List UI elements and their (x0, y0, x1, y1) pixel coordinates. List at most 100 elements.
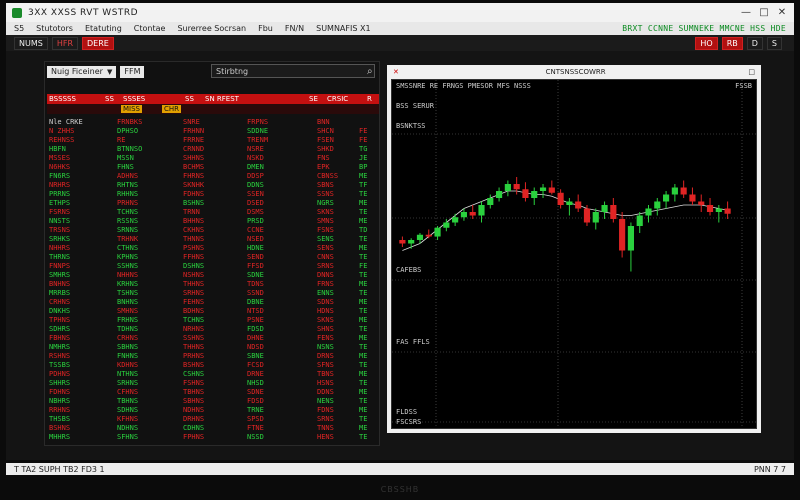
col-header-3[interactable]: SS (183, 95, 203, 103)
col-header-6[interactable]: CRSIC (325, 95, 365, 103)
table-row[interactable]: TRSNS SRNNS CKHNS CCNE FSNS TD (47, 225, 379, 234)
table-cell: TBNS (317, 369, 334, 378)
table-row[interactable]: FNNPS SSHNS DSHNS FFSD SRNS FE (47, 261, 379, 270)
table-cell: TCHNS (183, 315, 205, 324)
table-cell: ME (359, 423, 368, 432)
table-cell: SDNS (317, 297, 334, 306)
table-cell: DDNS (317, 387, 334, 396)
toolbar-right-button-0[interactable]: HO (695, 36, 718, 50)
candle-body-9 (478, 205, 485, 216)
table-cell: SDNE (247, 387, 264, 396)
menu-item-2[interactable]: Etatuting (85, 24, 122, 33)
table-row[interactable]: NMHRS SBHNS THHNS NDSD NSNS TE (47, 342, 379, 351)
candle-body-10 (487, 198, 494, 205)
table-row[interactable]: FSRNS TCHNS TRNN DSMS SKNS TE (47, 207, 379, 216)
table-row[interactable]: SDHRS TDHNS NRHNS FDSD SHNS TE (47, 324, 379, 333)
table-cell: FSEN (317, 135, 334, 144)
table-row[interactable]: RRHNS SDHNS NDHNS TRNE FDNS ME (47, 405, 379, 414)
table-row[interactable]: TSSBS KDHNS BSHNS FCSD SFNS TE (47, 360, 379, 369)
menu-item-7[interactable]: SUMNAFIS X1 (316, 24, 370, 33)
close-icon[interactable]: ✕ (393, 68, 399, 76)
table-cell: FHRNS (183, 171, 205, 180)
table-row[interactable]: MHHRS SFHNS FPHNS NSSD HENS TE (47, 432, 379, 441)
table-row[interactable]: N ZHHS DPHSO FRHNN SDDNE SHCN FE (47, 126, 379, 135)
table-row[interactable]: THRNS KPHNS FFHNS SEND CNNS TE (47, 252, 379, 261)
menu-item-6[interactable]: FN/N (285, 24, 304, 33)
table-row[interactable]: BSHNS NDHNS CDHNS FTNE TNNS ME (47, 423, 379, 432)
menu-item-4[interactable]: Surerree Socrsan (177, 24, 246, 33)
table-row[interactable]: PRRNS RHHNS FDHNS SSEN SSNS TE (47, 189, 379, 198)
table-cell: REHNSS (49, 135, 75, 144)
col-header-2[interactable]: SSSES (121, 95, 183, 103)
table-cell: DNKHS (49, 306, 71, 315)
table-cell: SMHRS (49, 270, 71, 279)
table-cell: FDSD (247, 324, 264, 333)
table-cell: N6HKS (49, 162, 71, 171)
expand-icon[interactable]: □ (748, 68, 755, 76)
close-icon[interactable]: ✕ (776, 7, 788, 18)
table-row[interactable]: FBHNS CRHNS SSHNS DHNE FENS ME (47, 333, 379, 342)
candle-body-14 (522, 189, 529, 198)
table-row[interactable]: RSHNS FNHNS PRHNS SBNE DRNS ME (47, 351, 379, 360)
col-header-4[interactable]: SN RFEST (203, 95, 307, 103)
table-row[interactable]: THSBS KFHNS DRHNS SPSD SRNS TE (47, 414, 379, 423)
table-row[interactable]: BNHNS KRHNS THHNS TDNS FRNS ME (47, 279, 379, 288)
minimize-icon[interactable]: — (740, 7, 752, 18)
table-row[interactable]: MSSES MSSN SHHNS NSKD FNS JE (47, 153, 379, 162)
toolbar-right-button-2[interactable]: D (746, 36, 763, 50)
candle-body-2 (416, 234, 424, 240)
table-row[interactable]: SHHRS SRHNS FSHNS NHSD HSNS TE (47, 378, 379, 387)
watchlist-dropdown[interactable]: Nuig Ficeiner ▼ (47, 65, 117, 78)
table-row[interactable]: Nle CRKE FRNBKS SNRE FRPNS BNN (47, 117, 379, 126)
toolbar-right-button-3[interactable]: S (766, 36, 782, 50)
search-icon[interactable]: ⌕ (367, 66, 373, 77)
col-header-7[interactable]: R (365, 95, 377, 103)
table-row[interactable]: SRHKS TRHNK THNNS NSED SENS TE (47, 234, 379, 243)
toolbar-button-2[interactable]: DERE (82, 36, 114, 50)
menu-item-1[interactable]: Stutotors (36, 24, 73, 33)
price-chart[interactable]: SMSSNRE RE FRNGS PMESOR MFS NSSS BSS SER… (391, 79, 757, 429)
table-row[interactable]: DNKHS SMHNS BDHNS NTSD HDNS TE (47, 306, 379, 315)
table-row[interactable]: SMHRS NHHNS NSHNS SDNE DNNS TE (47, 270, 379, 279)
table-cell: TG (359, 144, 368, 153)
table-row[interactable]: HBFN BTNNSO CRNND NSRE SHKD TG (47, 144, 379, 153)
table-cell: BNHNS (117, 297, 139, 306)
table-row[interactable]: NNSTS RSSNS BHHNS PRSD SMNS ME (47, 216, 379, 225)
candle-body-1 (408, 240, 415, 244)
table-row[interactable]: TPHNS FRHNS TCHNS PSNE SKNS ME (47, 315, 379, 324)
table-cell: FRPNS (247, 117, 269, 126)
symbol-search-input[interactable] (211, 64, 375, 78)
col-header-0[interactable]: BSSSSS (47, 95, 103, 103)
table-row[interactable]: N6HKS FHNS BCHMS DMEN EPK BP (47, 162, 379, 171)
candle-body-24 (610, 205, 617, 219)
table-cell: CRHNS (117, 333, 139, 342)
maximize-icon[interactable]: □ (758, 7, 770, 18)
window-title: 3XX XXSS RVT WSTRD (28, 7, 139, 18)
table-cell: TE (359, 360, 368, 369)
table-cell: BCHMS (183, 162, 205, 171)
table-row[interactable]: FN6RS ADHNS FHRNS DDSP CBNSS ME (47, 171, 379, 180)
interval-dropdown[interactable]: FFM (120, 65, 145, 78)
table-row[interactable]: CRHNS BNHNS FEHNS DBNE SDNS ME (47, 297, 379, 306)
menu-item-0[interactable]: S5 (14, 24, 24, 33)
table-cell: CNNS (317, 252, 334, 261)
table-cell: CTHNS (117, 243, 139, 252)
col-header-1[interactable]: SS (103, 95, 121, 103)
menu-item-3[interactable]: Ctontae (134, 24, 166, 33)
table-row[interactable]: NBHRS TBHNS SBHNS FDSD NENS TE (47, 396, 379, 405)
table-row[interactable]: PDHNS NTHNS CSHNS DRNE TBNS ME (47, 369, 379, 378)
table-row[interactable]: NRHRS RHTNS SKNHK DDNS SBNS TF (47, 180, 379, 189)
table-row[interactable]: NHHRS CTHNS PSHNS HDNE SENS ME (47, 243, 379, 252)
table-cell: NSHNS (183, 270, 205, 279)
table-cell: DBNE (247, 297, 264, 306)
table-row[interactable]: FDHNS CFHNS TBHNS SDNE DDNS ME (47, 387, 379, 396)
table-row[interactable]: ETHPS PRHNS BSHNS DSED NGRS ME (47, 198, 379, 207)
toolbar-right-button-1[interactable]: RB (721, 36, 743, 50)
menu-item-5[interactable]: Fbu (258, 24, 273, 33)
col-header-5[interactable]: SE (307, 95, 325, 103)
table-cell: TSSBS (49, 360, 71, 369)
table-row[interactable]: MRRBS TSHNS SRHNS SSND ENNS TE (47, 288, 379, 297)
toolbar-button-0[interactable]: NUMS (14, 36, 48, 50)
table-row[interactable]: REHNSS RE FRRNE TRENM FSEN FE (47, 135, 379, 144)
toolbar-button-1[interactable]: HFR (51, 36, 79, 50)
